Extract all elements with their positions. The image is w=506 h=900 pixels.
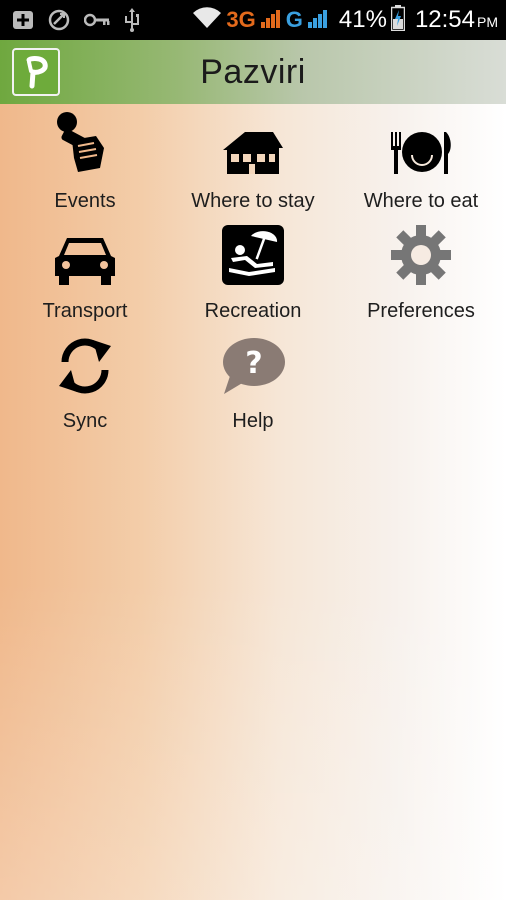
menu-item-where-to-eat-label: Where to eat (363, 190, 479, 212)
notification-icons (0, 8, 140, 32)
status-bar: 3G G 41% 12:54 PM (0, 0, 506, 40)
gear-icon (390, 220, 452, 286)
menu-item-transport[interactable]: Transport (1, 220, 169, 330)
car-icon (53, 220, 117, 286)
system-status: 3G G 41% 12:54 PM (192, 4, 506, 36)
app-title: Pazviri (200, 52, 306, 91)
plate-cutlery-icon (388, 110, 454, 176)
menu-item-help-label: Help (232, 410, 274, 432)
app-logo-glyph (26, 56, 48, 89)
battery-percent: 41% (338, 6, 387, 33)
battery-icon (390, 4, 406, 36)
network-type-3g: 3G (226, 7, 256, 32)
menu-item-preferences-label: Preferences (367, 300, 475, 322)
clock: 12:54 PM (415, 6, 498, 34)
menu-item-where-to-stay-label: Where to stay (191, 190, 315, 212)
microphone-fist-icon (54, 110, 116, 176)
menu-item-where-to-stay[interactable]: Where to stay (169, 110, 337, 220)
clock-ampm: PM (477, 14, 498, 30)
svg-text:?: ? (245, 346, 262, 381)
main-menu-area: Events Where to stay Where to eat Transp… (0, 104, 506, 900)
menu-item-preferences[interactable]: Preferences (337, 220, 505, 330)
menu-item-transport-label: Transport (42, 300, 128, 322)
network-type-g: G (285, 7, 303, 32)
house-icon (221, 110, 285, 176)
sync-status-icon (48, 9, 70, 31)
menu-item-sync-label: Sync (62, 410, 108, 432)
menu-item-help[interactable]: ? Help (169, 330, 337, 440)
menu-item-where-to-eat[interactable]: Where to eat (337, 110, 505, 220)
add-notification-icon (12, 10, 34, 30)
wifi-icon (192, 6, 222, 34)
menu-item-events[interactable]: Events (1, 110, 169, 220)
menu-item-events-label: Events (54, 190, 116, 212)
sync-arrows-icon (53, 330, 117, 396)
clock-time: 12:54 (414, 6, 475, 33)
app-logo[interactable] (12, 48, 60, 96)
menu-item-sync[interactable]: Sync (1, 330, 169, 440)
menu-item-recreation-label: Recreation (204, 300, 302, 322)
usb-icon (124, 8, 140, 32)
key-icon (84, 13, 110, 27)
signal-icon (260, 7, 282, 34)
signal-icon-2 (307, 7, 329, 34)
beach-chair-icon (221, 220, 285, 286)
menu-item-recreation[interactable]: Recreation (169, 220, 337, 330)
help-bubble-icon: ? (220, 330, 286, 396)
app-bar: Pazviri (0, 40, 506, 104)
